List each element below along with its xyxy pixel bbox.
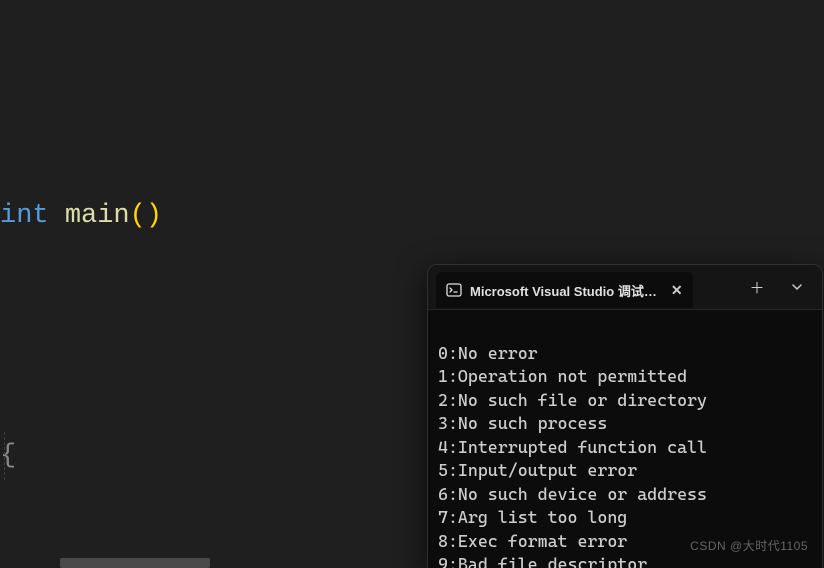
- new-tab-button[interactable]: ＋: [740, 272, 774, 302]
- terminal-window[interactable]: Microsoft Visual Studio 调试… ✕ ＋ 0:No err…: [427, 264, 823, 568]
- paren: (): [130, 201, 162, 231]
- horizontal-scroll-thumb[interactable]: [60, 558, 210, 568]
- terminal-titlebar[interactable]: Microsoft Visual Studio 调试… ✕ ＋: [428, 265, 822, 310]
- terminal-tab-title: Microsoft Visual Studio 调试…: [470, 281, 657, 300]
- terminal-line: 7:Arg list too long: [438, 507, 627, 527]
- close-icon[interactable]: ✕: [665, 282, 683, 299]
- terminal-line: 5:Input/output error: [438, 460, 637, 480]
- type-keyword: int: [0, 201, 49, 231]
- terminal-output[interactable]: 0:No error 1:Operation not permitted 2:N…: [428, 310, 822, 568]
- terminal-line: 1:Operation not permitted: [438, 366, 687, 386]
- terminal-line: 0:No error: [438, 343, 538, 363]
- terminal-title-buttons: ＋: [740, 272, 822, 302]
- terminal-line: 6:No such device or address: [438, 484, 707, 504]
- watermark-text: CSDN @大时代1105: [690, 537, 808, 554]
- tab-dropdown-button[interactable]: [780, 272, 814, 302]
- terminal-line: 8:Exec format error: [438, 531, 627, 551]
- terminal-tab[interactable]: Microsoft Visual Studio 调试… ✕: [436, 272, 693, 308]
- terminal-line: 3:No such process: [438, 413, 607, 433]
- brace: {: [0, 441, 16, 471]
- terminal-line: 2:No such file or directory: [438, 390, 707, 410]
- function-name: main: [65, 201, 130, 231]
- terminal-line: 9:Bad file descriptor: [438, 554, 647, 568]
- terminal-line: 4:Interrupted function call: [438, 437, 707, 457]
- terminal-icon: [446, 282, 462, 298]
- code-line: int main(): [0, 192, 824, 240]
